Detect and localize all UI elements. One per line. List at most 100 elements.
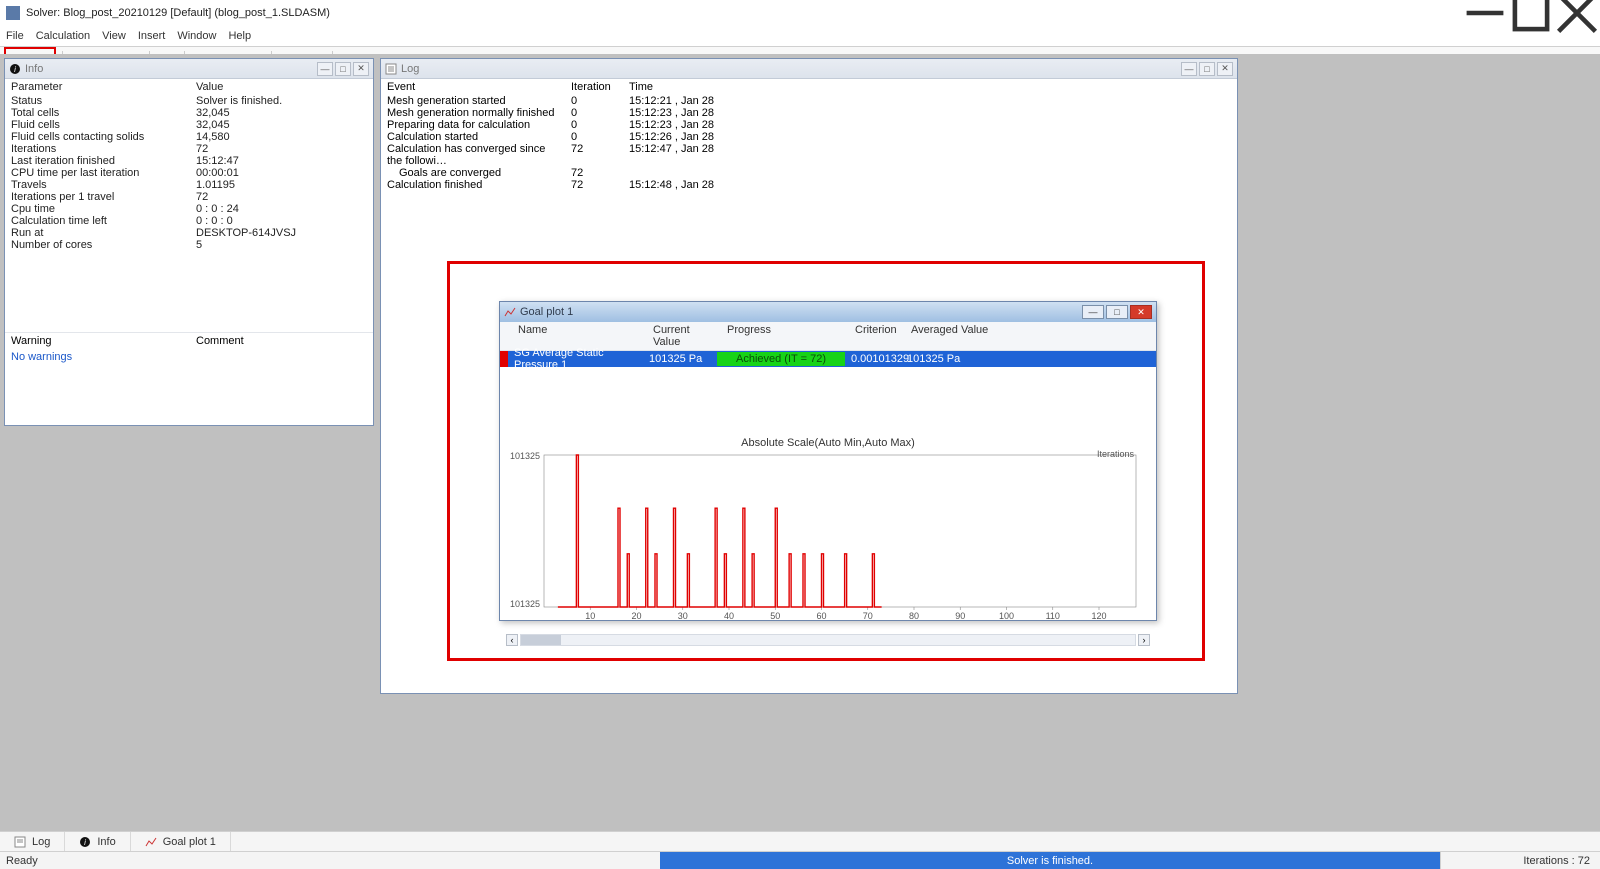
info-row-key: Travels: [5, 179, 190, 191]
info-row-key: Number of cores: [5, 239, 190, 251]
svg-text:110: 110: [1046, 611, 1060, 621]
goal-plot-title: Goal plot 1: [520, 306, 1078, 318]
info-row: Travels1.01195: [5, 179, 373, 191]
info-row-key: Total cells: [5, 107, 190, 119]
scroll-left-icon[interactable]: ‹: [506, 634, 518, 646]
menu-calculation[interactable]: Calculation: [36, 30, 90, 42]
log-iteration: 0: [565, 95, 623, 107]
log-panel-header[interactable]: Log — □ ✕: [381, 59, 1237, 79]
menu-help[interactable]: Help: [228, 30, 251, 42]
close-button[interactable]: [1554, 0, 1600, 26]
window-controls: [1462, 0, 1600, 26]
gp-close-icon[interactable]: ✕: [1130, 305, 1152, 319]
gp-row-averaged: 101325 Pa: [901, 353, 1156, 365]
info-row-key: CPU time per last iteration: [5, 167, 190, 179]
panel-close-icon[interactable]: ✕: [353, 62, 369, 76]
app-icon: [6, 6, 20, 20]
window-title: Solver: Blog_post_20210129 [Default] (bl…: [26, 7, 330, 19]
chart-title: Absolute Scale(Auto Min,Auto Max): [510, 437, 1146, 449]
info-row: Total cells32,045: [5, 107, 373, 119]
goal-tab-icon: [145, 836, 157, 848]
warning-header-row: Warning Comment: [5, 333, 373, 349]
log-table-header: Event Iteration Time: [381, 79, 1237, 95]
log-col-iteration: Iteration: [565, 81, 623, 93]
info-panel-header[interactable]: i Info — □ ✕: [5, 59, 373, 79]
scroll-right-icon[interactable]: ›: [1138, 634, 1150, 646]
log-row: Calculation finished7215:12:48 , Jan 28: [381, 179, 1237, 191]
log-time: [623, 167, 1237, 179]
gp-minimize-icon[interactable]: —: [1082, 305, 1104, 319]
info-row: Fluid cells contacting solids14,580: [5, 131, 373, 143]
minimize-button[interactable]: [1462, 0, 1508, 26]
info-row-value: 32,045: [190, 107, 373, 119]
menu-insert[interactable]: Insert: [138, 30, 166, 42]
status-iterations: Iterations : 72: [1440, 852, 1600, 869]
log-row: Calculation has converged since the foll…: [381, 143, 1237, 167]
gp-row-current: 101325 Pa: [643, 353, 717, 365]
panel-minimize-icon[interactable]: —: [317, 62, 333, 76]
info-row-value: 1.01195: [190, 179, 373, 191]
scroll-track[interactable]: [520, 634, 1136, 646]
log-iteration: 0: [565, 119, 623, 131]
svg-text:Iterations: Iterations: [1097, 449, 1135, 459]
log-panel: Log — □ ✕ Event Iteration Time Mesh gene…: [380, 58, 1238, 694]
log-panel-title: Log: [401, 63, 1177, 75]
info-row: Calculation time left0 : 0 : 0: [5, 215, 373, 227]
log-col-event: Event: [381, 81, 565, 93]
log-event: Calculation started: [381, 131, 565, 143]
info-row-value: DESKTOP-614JVSJ: [190, 227, 373, 239]
log-row: Mesh generation started015:12:21 , Jan 2…: [381, 95, 1237, 107]
bottom-tabbar: Log i Info Goal plot 1: [0, 831, 1600, 851]
tab-info[interactable]: i Info: [65, 832, 130, 851]
info-row-value: 32,045: [190, 119, 373, 131]
log-event: Mesh generation started: [381, 95, 565, 107]
goal-plot-titlebar[interactable]: Goal plot 1 — □ ✕: [500, 302, 1156, 322]
info-row-key: Fluid cells: [5, 119, 190, 131]
gp-col-current: Current Value: [647, 322, 721, 350]
svg-text:90: 90: [955, 611, 965, 621]
log-time: 15:12:21 , Jan 28: [623, 95, 1237, 107]
info-row: Iterations72: [5, 143, 373, 155]
menubar: File Calculation View Insert Window Help: [0, 26, 1600, 46]
info-col-value: Value: [190, 79, 229, 95]
gp-col-criterion: Criterion: [849, 322, 905, 350]
info-col-parameter: Parameter: [5, 79, 190, 95]
tab-goal-plot[interactable]: Goal plot 1: [131, 832, 231, 851]
goal-plot-row[interactable]: SG Average Static Pressure 1 101325 Pa A…: [500, 351, 1156, 367]
info-row-key: Run at: [5, 227, 190, 239]
info-row-key: Iterations per 1 travel: [5, 191, 190, 203]
menu-file[interactable]: File: [6, 30, 24, 42]
tab-log[interactable]: Log: [0, 832, 65, 851]
maximize-button[interactable]: [1508, 0, 1554, 26]
svg-text:101325: 101325: [510, 599, 540, 609]
info-table-header: Parameter Value: [5, 79, 373, 95]
menu-view[interactable]: View: [102, 30, 126, 42]
panel-minimize-icon[interactable]: —: [1181, 62, 1197, 76]
log-small-icon: [385, 63, 397, 75]
svg-text:120: 120: [1091, 611, 1106, 621]
tab-info-label: Info: [97, 836, 115, 848]
panel-maximize-icon[interactable]: □: [1199, 62, 1215, 76]
info-row: Cpu time0 : 0 : 24: [5, 203, 373, 215]
log-event: Calculation has converged since the foll…: [381, 143, 565, 167]
workspace: i Info — □ ✕ Parameter Value StatusSolve…: [0, 54, 1600, 831]
menu-window[interactable]: Window: [177, 30, 216, 42]
info-row-value: 15:12:47: [190, 155, 373, 167]
panel-maximize-icon[interactable]: □: [335, 62, 351, 76]
log-row: Preparing data for calculation015:12:23 …: [381, 119, 1237, 131]
goal-plot-window[interactable]: Goal plot 1 — □ ✕ Name Current Value Pro…: [499, 301, 1157, 621]
panel-close-icon[interactable]: ✕: [1217, 62, 1233, 76]
log-iteration: 0: [565, 107, 623, 119]
chart-svg: 101325101325102030405060708090100110120I…: [510, 449, 1146, 627]
scroll-thumb[interactable]: [521, 635, 561, 645]
goal-plot-icon: [504, 306, 516, 318]
svg-text:i: i: [14, 65, 16, 74]
log-row: Mesh generation normally finished015:12:…: [381, 107, 1237, 119]
tab-goal-label: Goal plot 1: [163, 836, 216, 848]
gp-maximize-icon[interactable]: □: [1106, 305, 1128, 319]
goal-plot-scrollbar[interactable]: ‹ ›: [500, 634, 1156, 650]
info-row: Number of cores5: [5, 239, 373, 251]
info-row-value: 14,580: [190, 131, 373, 143]
log-iteration: 72: [565, 167, 623, 179]
info-row: CPU time per last iteration00:00:01: [5, 167, 373, 179]
